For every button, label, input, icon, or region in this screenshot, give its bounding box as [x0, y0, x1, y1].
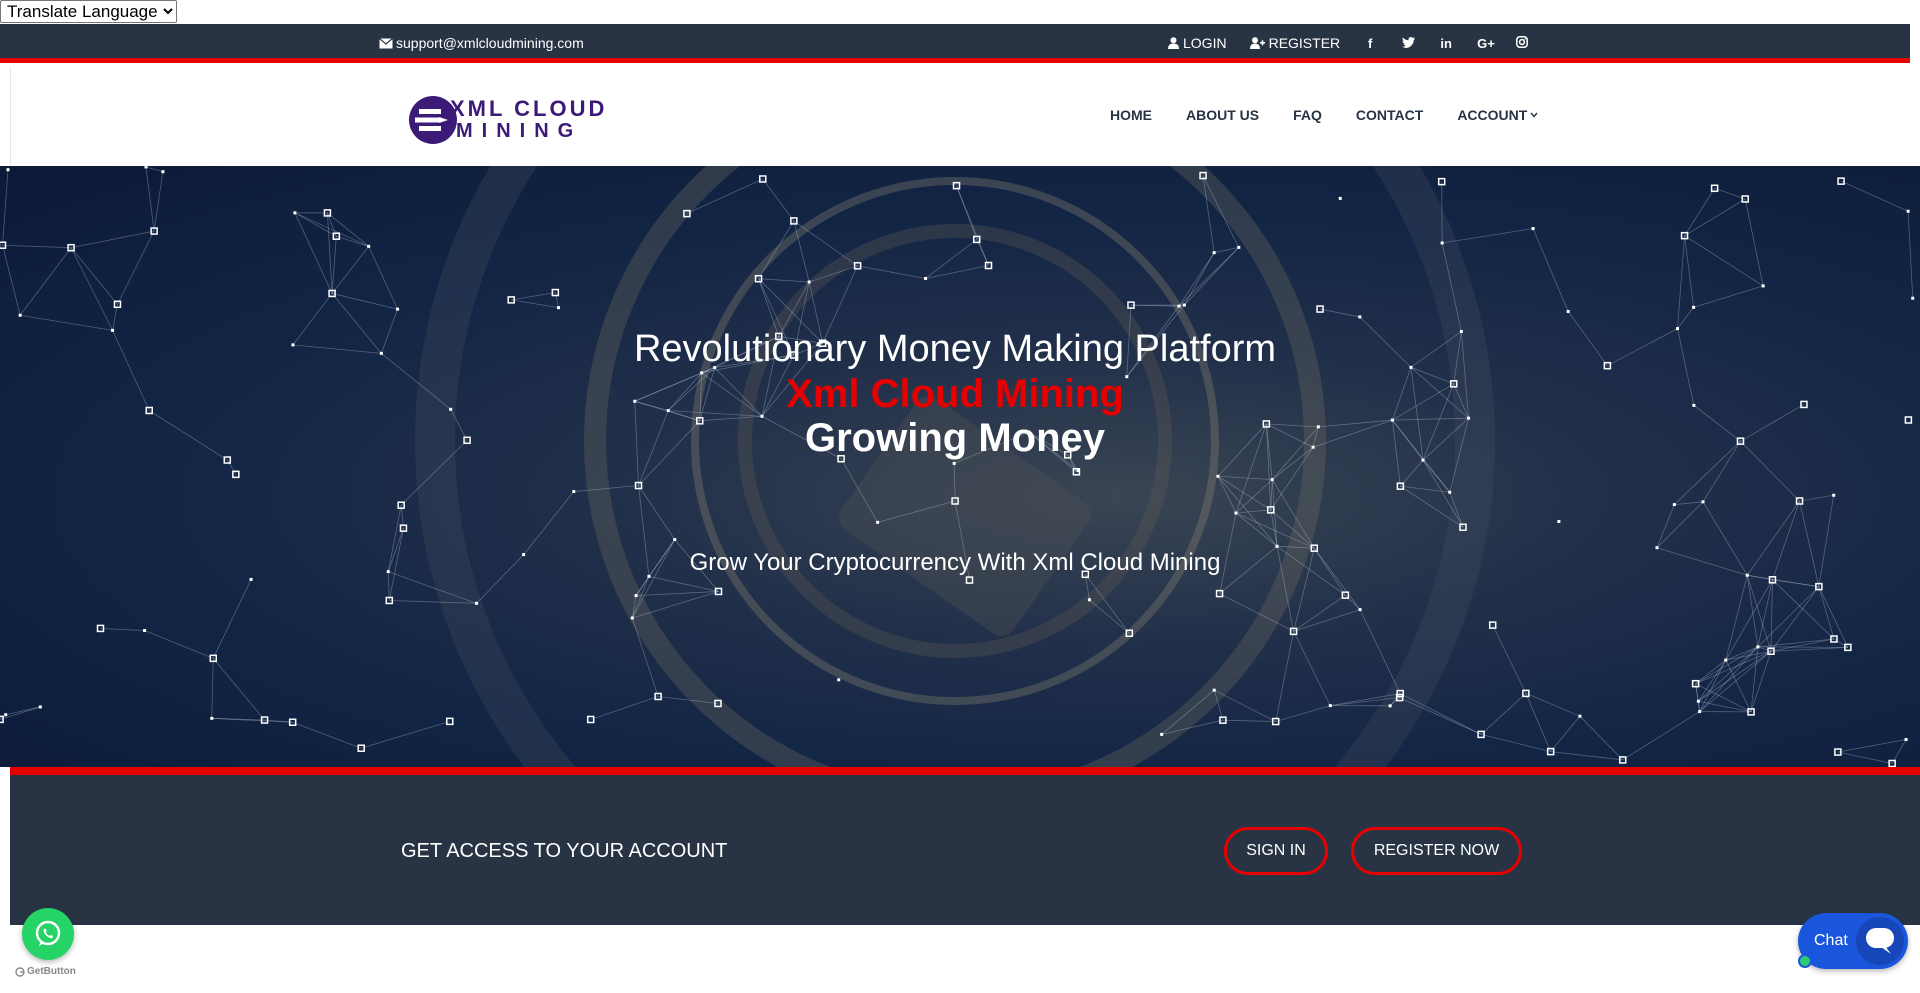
accent-divider [10, 767, 1920, 775]
hero-banner: Revolutionary Money Making Platform Xml … [0, 166, 1920, 767]
hero-network-background [0, 166, 1915, 767]
translate-bar: Translate Language [0, 0, 177, 24]
primary-nav: HOME ABOUT US FAQ CONTACT ACCOUNT [1110, 107, 1538, 123]
nav-home[interactable]: HOME [1110, 107, 1152, 123]
online-status-dot [1798, 954, 1812, 968]
hero-brand: Xml Cloud Mining [786, 372, 1124, 416]
whatsapp-icon [35, 920, 61, 946]
register-label: REGISTER [1268, 35, 1341, 51]
support-email-text: support@xmlcloudmining.com [396, 35, 584, 51]
support-email[interactable]: support@xmlcloudmining.com [379, 35, 584, 51]
logo-text: XML CLOUD MINING [450, 96, 608, 143]
facebook-icon[interactable]: f [1363, 36, 1377, 51]
register-link[interactable]: REGISTER [1249, 35, 1341, 51]
chat-label: Chat [1814, 932, 1848, 949]
access-heading: GET ACCESS TO YOUR ACCOUNT [401, 840, 728, 862]
login-label: LOGIN [1183, 35, 1227, 51]
nav-about-us[interactable]: ABOUT US [1186, 107, 1259, 123]
hero-tagline: Growing Money [805, 416, 1105, 460]
twitter-icon[interactable] [1401, 36, 1415, 51]
main-navbar: XML CLOUD MINING HOME ABOUT US FAQ CONTA… [10, 68, 1920, 166]
topbar-right: LOGIN REGISTER f in G+ [1168, 35, 1553, 51]
getbutton-label: GetButton [27, 966, 76, 977]
chat-widget-button[interactable]: Chat [1798, 913, 1908, 969]
hero-subtitle: Grow Your Cryptocurrency With Xml Cloud … [689, 549, 1221, 576]
translate-language-select[interactable]: Translate Language [0, 0, 177, 23]
envelope-icon [379, 37, 393, 48]
getbutton-logo-icon [15, 966, 25, 977]
nav-contact[interactable]: CONTACT [1356, 107, 1423, 123]
user-plus-icon [1249, 37, 1265, 49]
hero-title: Revolutionary Money Making Platform [633, 328, 1277, 370]
account-access-section: GET ACCESS TO YOUR ACCOUNT SIGN IN REGIS… [10, 775, 1920, 925]
chevron-down-icon [1530, 112, 1538, 118]
site-logo[interactable]: XML CLOUD MINING [408, 95, 607, 145]
chat-bubble-icon [1856, 917, 1904, 965]
whatsapp-button[interactable] [22, 908, 74, 960]
instagram-icon[interactable] [1515, 35, 1529, 51]
top-bar: support@xmlcloudmining.com LOGIN REGISTE… [0, 24, 1910, 63]
nav-account[interactable]: ACCOUNT [1457, 107, 1538, 123]
login-link[interactable]: LOGIN [1168, 35, 1227, 51]
linkedin-icon[interactable]: in [1439, 36, 1453, 51]
user-icon [1168, 37, 1179, 49]
google-plus-icon[interactable]: G+ [1477, 36, 1495, 51]
logo-line-1: XML CLOUD [450, 96, 608, 121]
sign-in-button[interactable]: SIGN IN [1224, 827, 1328, 875]
getbutton-credit[interactable]: GetButton [15, 966, 76, 977]
nav-account-label: ACCOUNT [1457, 107, 1528, 123]
register-now-button[interactable]: REGISTER NOW [1351, 827, 1522, 875]
nav-faq[interactable]: FAQ [1293, 107, 1322, 123]
logo-line-2: MINING [456, 120, 583, 142]
